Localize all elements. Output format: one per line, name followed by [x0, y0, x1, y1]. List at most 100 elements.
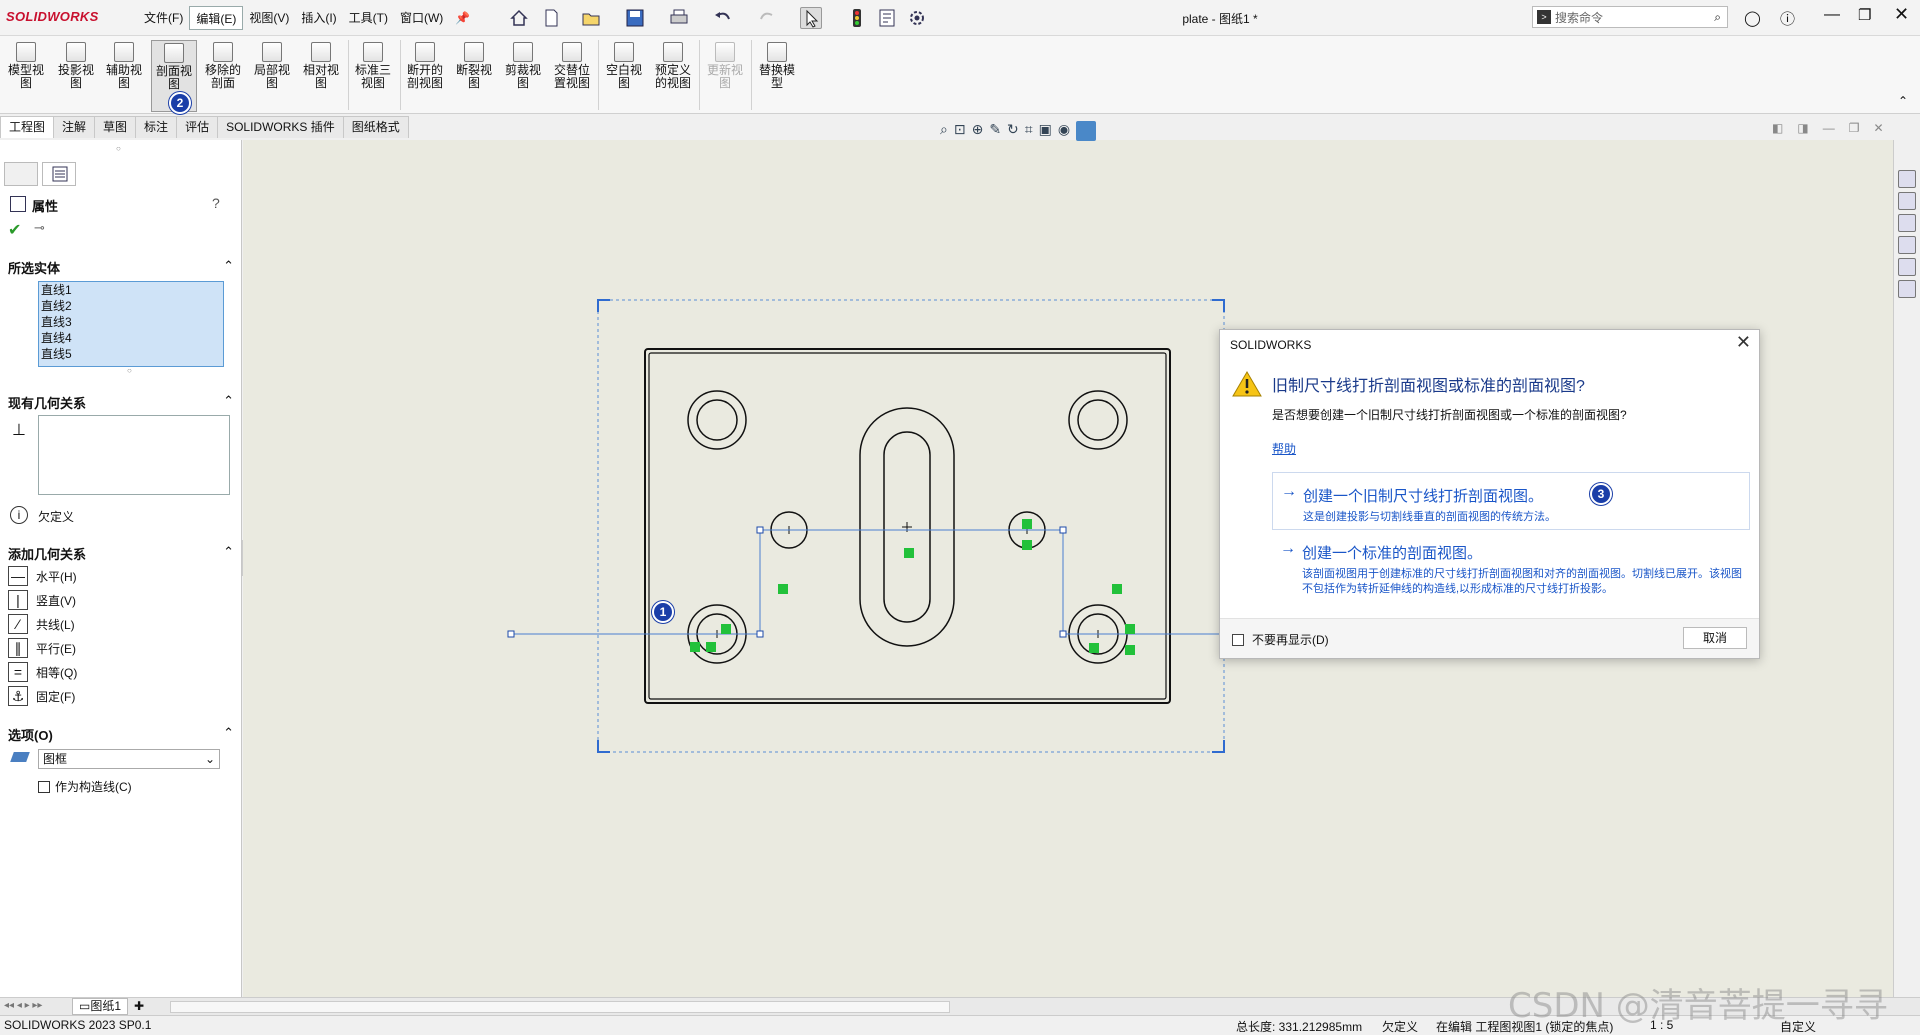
- search-icon[interactable]: ⌕: [1714, 10, 1721, 25]
- layer-select[interactable]: 图框 ⌄: [38, 749, 220, 769]
- ribbon-alternate-position-button[interactable]: 交替位置视图: [549, 40, 595, 112]
- options-header[interactable]: 选项(O) ⌃: [8, 725, 234, 744]
- collapse-chevron-icon[interactable]: ⌃: [223, 393, 234, 409]
- select-cursor-icon[interactable]: [800, 7, 822, 29]
- panel-grip[interactable]: ○: [116, 144, 121, 153]
- list-item[interactable]: 直线1: [39, 282, 223, 298]
- file-properties-icon[interactable]: [876, 7, 898, 29]
- ok-checkmark-icon[interactable]: ✔: [8, 220, 21, 240]
- tile-right-icon[interactable]: ◨: [1797, 121, 1808, 135]
- new-document-icon[interactable]: [540, 7, 562, 29]
- add-relations-header[interactable]: 添加几何关系 ⌃: [8, 544, 234, 563]
- undo-icon[interactable]: [712, 7, 734, 29]
- hide-show-icon[interactable]: ◉: [1058, 121, 1070, 141]
- close-window-icon[interactable]: ✕: [1894, 4, 1909, 25]
- tile-left-icon[interactable]: ◧: [1772, 121, 1783, 135]
- home-icon[interactable]: [508, 7, 530, 29]
- ribbon-auxiliary-view-button[interactable]: 辅助视图: [101, 40, 147, 112]
- ribbon-broken-out-section-button[interactable]: 断开的剖视图: [402, 40, 448, 112]
- save-icon[interactable]: [624, 7, 646, 29]
- appearances-icon[interactable]: [1898, 258, 1916, 276]
- menu-edit[interactable]: 编辑(E): [189, 6, 244, 30]
- menu-file[interactable]: 文件(F): [138, 6, 189, 30]
- dialog-help-link[interactable]: 帮助: [1272, 440, 1296, 457]
- menu-tools[interactable]: 工具(T): [343, 6, 394, 30]
- panel-help-icon[interactable]: ?: [212, 195, 220, 211]
- sheet-nav-arrows-icon[interactable]: ◂◂ ◂ ▸ ▸▸: [4, 1000, 42, 1011]
- pin-icon[interactable]: 📌: [449, 6, 476, 30]
- pushpin-icon[interactable]: ⊸: [34, 220, 45, 236]
- ribbon-model-view-button[interactable]: 模型视图: [3, 40, 49, 112]
- collapse-chevron-icon[interactable]: ⌃: [223, 725, 234, 741]
- relation-fix-button[interactable]: ⚓ 固定(F): [8, 685, 75, 707]
- tab-drawing[interactable]: 工程图: [0, 116, 55, 138]
- zoom-to-area-icon[interactable]: ⊡: [954, 121, 966, 141]
- list-item[interactable]: 直线2: [39, 298, 223, 314]
- viewport-minimize-icon[interactable]: —: [1823, 121, 1835, 135]
- list-item[interactable]: 直线3: [39, 314, 223, 330]
- relation-parallel-button[interactable]: ∥ 平行(E): [8, 637, 76, 659]
- menu-view[interactable]: 视图(V): [243, 6, 295, 30]
- list-item[interactable]: 直线4: [39, 330, 223, 346]
- ribbon-standard-3-view-button[interactable]: 标准三视图: [350, 40, 396, 112]
- list-item[interactable]: 直线5: [39, 346, 223, 362]
- search-command-input[interactable]: > 搜索命令 ⌕: [1532, 6, 1728, 28]
- traffic-light-icon[interactable]: [846, 7, 868, 29]
- help-icon[interactable]: ⓘ: [1780, 8, 1795, 29]
- list-resize-grip[interactable]: ○: [127, 366, 132, 375]
- ribbon-replace-model-button[interactable]: 替换模型: [754, 40, 800, 112]
- rotate-icon[interactable]: ↻: [1007, 121, 1019, 141]
- tab-evaluate[interactable]: 评估: [176, 116, 219, 138]
- existing-relations-list[interactable]: [38, 415, 230, 495]
- ribbon-projected-view-button[interactable]: 投影视图: [53, 40, 99, 112]
- ribbon-predefined-view-button[interactable]: 预定义的视图: [650, 40, 696, 112]
- tab-addins[interactable]: SOLIDWORKS 插件: [217, 116, 344, 138]
- zoom-selection-icon[interactable]: ⊕: [972, 121, 984, 141]
- print-icon[interactable]: [668, 7, 690, 29]
- option-legacy-section-view[interactable]: → 创建一个旧制尺寸线打折剖面视图。 这是创建投影与切割线垂直的剖面视图的传统方…: [1272, 472, 1750, 530]
- design-library-icon[interactable]: [1898, 192, 1916, 210]
- viewport-restore-icon[interactable]: ❐: [1849, 121, 1860, 135]
- cancel-button[interactable]: 取消: [1683, 627, 1747, 649]
- relation-vertical-button[interactable]: | 竖直(V): [8, 589, 76, 611]
- ribbon-detail-view-button[interactable]: 局部视图: [249, 40, 295, 112]
- collapse-chevron-icon[interactable]: ⌃: [223, 544, 234, 560]
- relation-collinear-button[interactable]: ⁄ 共线(L): [8, 613, 75, 635]
- display-style-icon[interactable]: ▣: [1039, 121, 1052, 141]
- relation-equal-button[interactable]: = 相等(Q): [8, 661, 77, 683]
- zoom-to-fit-icon[interactable]: ⌕: [940, 121, 948, 141]
- option-standard-section-view[interactable]: → 创建一个标准的剖面视图。 该剖面视图用于创建标准的尺寸线打折剖面视图和对齐的…: [1272, 530, 1750, 604]
- open-folder-icon[interactable]: [580, 7, 602, 29]
- existing-relations-header[interactable]: 现有几何关系 ⌃: [8, 393, 234, 412]
- tab-sheet-format[interactable]: 图纸格式: [342, 116, 409, 138]
- options-gear-icon[interactable]: [906, 7, 928, 29]
- selected-entities-header[interactable]: 所选实体 ⌃: [8, 258, 234, 277]
- camera-icon[interactable]: ⌗: [1025, 121, 1033, 141]
- property-manager-tab-icon[interactable]: [42, 162, 76, 186]
- menu-insert[interactable]: 插入(I): [295, 6, 342, 30]
- ribbon-relative-view-button[interactable]: 相对视图: [298, 40, 344, 112]
- view-palette-icon[interactable]: [1898, 236, 1916, 254]
- collapse-ribbon-icon[interactable]: ⌃: [1898, 94, 1908, 108]
- custom-properties-icon[interactable]: [1898, 280, 1916, 298]
- tab-sketch[interactable]: 草图: [94, 116, 137, 138]
- collapse-chevron-icon[interactable]: ⌃: [223, 258, 234, 274]
- sketch-icon[interactable]: ✎: [989, 121, 1001, 141]
- relation-horizontal-button[interactable]: — 水平(H): [8, 565, 77, 587]
- dont-show-again-row[interactable]: 不要再显示(D): [1232, 631, 1329, 648]
- tab-markup[interactable]: 标注: [135, 116, 178, 138]
- tab-annotation[interactable]: 注解: [53, 116, 96, 138]
- add-sheet-icon[interactable]: ✚: [134, 999, 144, 1013]
- sheet-tab[interactable]: ▭图纸1: [72, 998, 129, 1015]
- file-explorer-icon[interactable]: [1898, 214, 1916, 232]
- horizontal-scrollbar[interactable]: [170, 1001, 950, 1013]
- construction-checkbox-row[interactable]: 作为构造线(C): [38, 778, 132, 795]
- dont-show-again-checkbox[interactable]: [1232, 633, 1244, 646]
- account-icon[interactable]: ◯: [1744, 9, 1761, 27]
- minimize-icon[interactable]: —: [1824, 6, 1840, 24]
- ribbon-empty-view-button[interactable]: 空白视图: [601, 40, 647, 112]
- viewport-close-icon[interactable]: ✕: [1873, 121, 1883, 135]
- menu-window[interactable]: 窗口(W): [394, 6, 449, 30]
- dialog-close-icon[interactable]: ✕: [1736, 332, 1751, 353]
- ribbon-break-view-button[interactable]: 断裂视图: [451, 40, 497, 112]
